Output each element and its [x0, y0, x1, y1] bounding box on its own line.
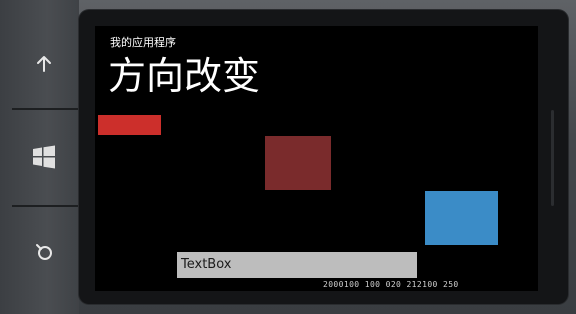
text-box[interactable]: TextBox — [177, 252, 417, 278]
frame-rate-counter: 2000100 100 020 212100 250 — [323, 280, 459, 289]
phone-device: 我的应用程序 方向改变 TextBox 2000100 100 020 2121… — [0, 0, 576, 314]
app-screen: 我的应用程序 方向改变 TextBox 2000100 100 020 2121… — [95, 26, 538, 291]
hardware-button-panel — [0, 0, 79, 314]
back-arrow-icon — [34, 54, 54, 74]
page-title: 方向改变 — [108, 54, 261, 98]
blue-rectangle — [425, 191, 498, 245]
search-button[interactable] — [18, 226, 70, 278]
start-button[interactable] — [18, 131, 70, 183]
bezel-edge-line — [551, 110, 554, 206]
windows-logo-icon — [31, 144, 57, 170]
back-button[interactable] — [18, 38, 70, 90]
red-rectangle — [98, 115, 161, 135]
search-icon — [33, 241, 55, 263]
dark-red-rectangle — [265, 136, 331, 190]
button-divider — [12, 205, 78, 207]
app-title: 我的应用程序 — [110, 36, 176, 49]
button-divider — [12, 108, 78, 110]
